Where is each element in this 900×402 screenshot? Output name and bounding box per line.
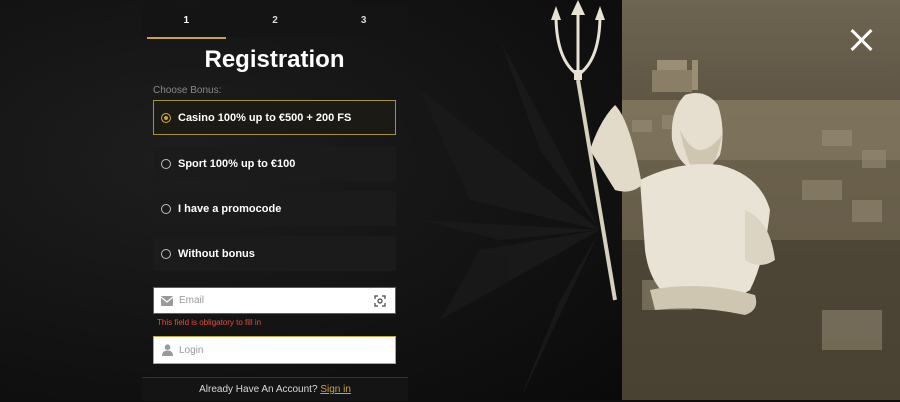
email-field-wrapper bbox=[153, 287, 396, 314]
footer-text: Already Have An Account? bbox=[199, 384, 318, 395]
step-tabs: 1 2 3 bbox=[142, 5, 408, 39]
email-error-message: This field is obligatory to fill in bbox=[157, 318, 262, 327]
login-field-wrapper bbox=[153, 336, 396, 364]
bonus-option-casino[interactable]: Casino 100% up to €500 + 200 FS bbox=[153, 100, 396, 135]
bonus-option-label: Casino 100% up to €500 + 200 FS bbox=[178, 111, 352, 124]
page-title: Registration bbox=[204, 46, 345, 73]
poseidon-statue-illustration bbox=[551, 0, 775, 315]
email-input[interactable] bbox=[179, 295, 367, 306]
step-tab-3[interactable]: 3 bbox=[319, 5, 408, 37]
bonus-option-sport[interactable]: Sport 100% up to €100 bbox=[153, 146, 396, 181]
user-icon bbox=[160, 343, 174, 357]
bonus-option-none[interactable]: Without bonus bbox=[153, 236, 396, 271]
step-tab-1[interactable]: 1 bbox=[142, 5, 231, 39]
radio-icon[interactable] bbox=[161, 203, 171, 214]
choose-bonus-label: Choose Bonus: bbox=[153, 85, 222, 96]
signin-footer: Already Have An Account? Sign in bbox=[142, 377, 408, 401]
envelope-icon bbox=[160, 294, 174, 308]
radio-icon[interactable] bbox=[161, 158, 171, 169]
radio-icon[interactable] bbox=[161, 112, 171, 123]
close-button[interactable] bbox=[849, 28, 873, 52]
scan-icon[interactable] bbox=[373, 294, 387, 308]
bonus-option-label: I have a promocode bbox=[178, 202, 282, 215]
bonus-option-label: Without bonus bbox=[178, 247, 255, 260]
bonus-option-label: Sport 100% up to €100 bbox=[178, 157, 296, 170]
bonus-option-promocode[interactable]: I have a promocode bbox=[153, 191, 396, 226]
step-tab-2[interactable]: 2 bbox=[231, 5, 320, 37]
login-input[interactable] bbox=[179, 344, 395, 356]
radio-icon[interactable] bbox=[161, 248, 171, 259]
sign-in-link[interactable]: Sign in bbox=[320, 384, 351, 395]
